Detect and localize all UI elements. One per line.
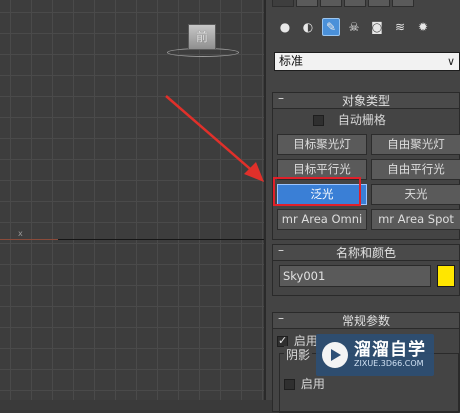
object-name-field[interactable]: Sky001 [279,265,431,287]
geometry-icon[interactable]: ● [276,18,294,36]
cameras-icon[interactable]: ☠ [345,18,363,36]
autogrid-checkbox[interactable] [313,115,324,126]
collapse-toggle[interactable]: – [278,242,284,258]
annotation-arrow [165,95,264,182]
tab-modify[interactable] [296,0,318,7]
autogrid-row[interactable]: 自动栅格 [313,112,386,128]
watermark-subtitle: ZIXUE.3D66.COM [354,359,424,368]
type-dropdown-value: 标准 [279,54,304,68]
command-panel-tabs [266,0,460,8]
shadow-enable-row[interactable]: 启用 [284,376,325,392]
type-dropdown[interactable]: 标准 ∨ [274,52,460,71]
light-type-button[interactable]: 天光 [371,184,460,205]
rollout-title: 名称和颜色 [335,246,396,260]
light-type-button[interactable]: 目标聚光灯 [277,134,367,155]
lights-icon[interactable]: ✎ [322,18,340,36]
rollout-object-type-header[interactable]: – 对象类型 [273,90,459,109]
watermark: 溜溜自学 ZIXUE.3D66.COM [316,334,434,376]
collapse-toggle[interactable]: – [278,90,284,106]
shadows-group-label: 阴影 [284,346,313,363]
light-type-button[interactable]: mr Area Spot [371,209,460,230]
rollout-title: 常规参数 [341,314,390,328]
annotation-highlight-box [273,177,361,206]
light-type-button[interactable]: 自由平行光 [371,159,460,180]
light-type-button[interactable]: mr Area Omni [277,209,367,230]
autogrid-label: 自动栅格 [337,113,386,127]
viewport[interactable]: x 前 [0,0,264,400]
systems-icon[interactable]: ✹ [414,18,432,36]
category-icons: ● ◐ ✎ ☠ ◙ ≋ ✹ [276,18,432,36]
axis-label: x [18,229,23,238]
rollout-name-color-header[interactable]: – 名称和颜色 [273,242,459,261]
tab-display[interactable] [368,0,390,7]
tab-create[interactable] [272,0,294,7]
shapes-icon[interactable]: ◐ [299,18,317,36]
tab-utilities[interactable] [392,0,414,7]
play-logo-icon [322,342,348,368]
tab-hierarchy[interactable] [320,0,342,7]
collapse-toggle[interactable]: – [278,310,284,326]
rollout-name-color: – 名称和颜色 Sky001 [272,242,460,296]
helpers-icon[interactable]: ◙ [368,18,386,36]
rollout-title: 对象类型 [341,94,390,108]
light-type-button[interactable]: 自由聚光灯 [371,134,460,155]
x-axis-highlight [0,239,58,240]
chevron-down-icon: ∨ [446,55,455,68]
tab-motion[interactable] [344,0,366,7]
shadow-enable-label: 启用 [300,377,325,391]
rollout-general-params-header[interactable]: – 常规参数 [273,310,459,329]
view-cube[interactable]: 前 [188,24,216,50]
watermark-title: 溜溜自学 [354,340,426,360]
spacewarps-icon[interactable]: ≋ [391,18,409,36]
object-color-swatch[interactable] [437,265,455,287]
rollout-object-type: – 对象类型 自动栅格 目标聚光灯 自由聚光灯 目标平行光 自由平行光 泛光 天光 mr A… [272,90,460,240]
shadow-enable-checkbox[interactable] [284,379,295,390]
